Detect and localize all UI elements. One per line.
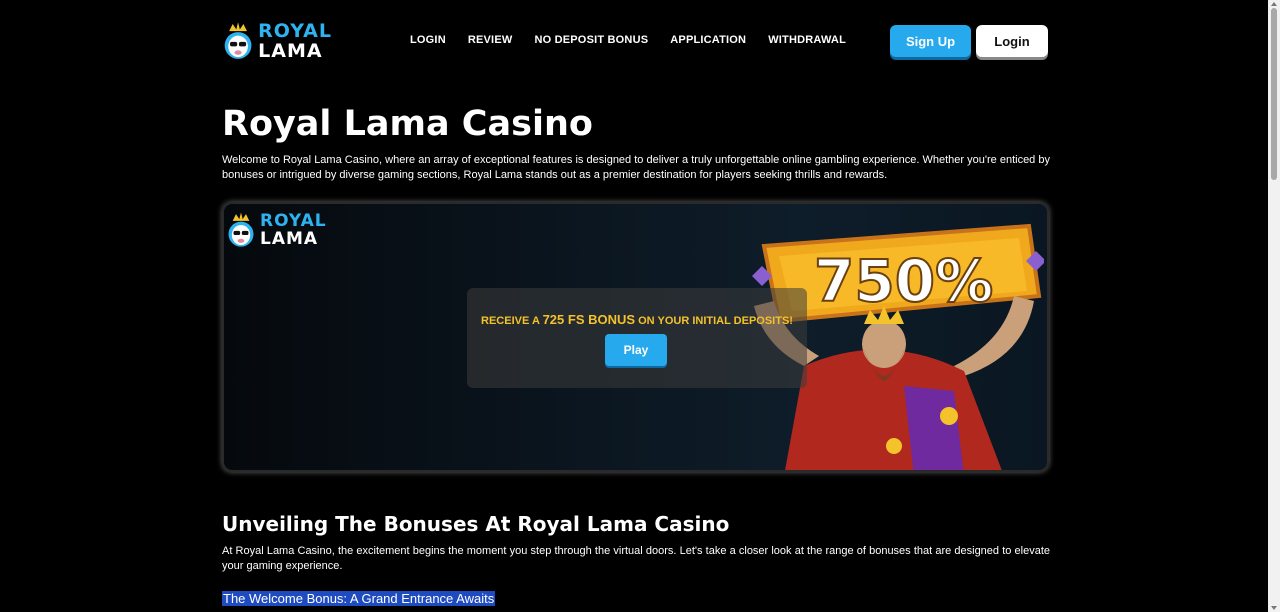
nav-review[interactable]: REVIEW	[468, 34, 513, 46]
signup-button[interactable]: Sign Up	[890, 25, 971, 57]
site-logo[interactable]: ROYAL LAMA	[222, 17, 332, 65]
promo-prefix: RECEIVE A	[481, 315, 540, 327]
promo-banner: ROYAL LAMA 750% RECEIVE A 725 FS BONUS O…	[222, 202, 1049, 472]
logo-line1: ROYAL	[258, 20, 332, 42]
welcome-bonus-subheading: The Welcome Bonus: A Grand Entrance Awai…	[222, 591, 496, 606]
plaque-text: 750%	[814, 247, 993, 315]
site-header: ROYAL LAMA LOGIN REVIEW NO DEPOSIT BONUS…	[0, 0, 1268, 82]
intro-paragraph: Welcome to Royal Lama Casino, where an a…	[222, 154, 1050, 181]
nav-no-deposit-bonus[interactable]: NO DEPOSIT BONUS	[534, 34, 648, 46]
scrollbar-thumb[interactable]	[1271, 8, 1277, 180]
nav-login[interactable]: LOGIN	[410, 34, 446, 46]
promo-text: RECEIVE A 725 FS BONUS ON YOUR INITIAL D…	[467, 312, 807, 327]
promo-box: RECEIVE A 725 FS BONUS ON YOUR INITIAL D…	[467, 288, 807, 388]
logo-line2: LAMA	[258, 40, 323, 62]
llama-crown-icon	[224, 22, 252, 59]
page-scrollbar[interactable]	[1268, 0, 1280, 612]
scroll-up-arrow-icon[interactable]	[1271, 2, 1277, 6]
banner-logo: ROYAL LAMA	[226, 210, 327, 250]
section-paragraph: At Royal Lama Casino, the excitement beg…	[222, 545, 1050, 572]
login-button[interactable]: Login	[976, 25, 1048, 57]
play-button[interactable]: Play	[605, 334, 667, 366]
section-title: Unveiling The Bonuses At Royal Lama Casi…	[222, 512, 730, 536]
promo-highlight: 725 FS BONUS	[542, 312, 636, 327]
scroll-down-arrow-icon[interactable]	[1271, 606, 1277, 610]
nav-withdrawal[interactable]: WITHDRAWAL	[768, 34, 846, 46]
llama-crown-icon	[228, 212, 254, 247]
banner-logo-line2: LAMA	[260, 229, 319, 249]
page-title: Royal Lama Casino	[222, 104, 593, 144]
nav-application[interactable]: APPLICATION	[670, 34, 746, 46]
banner-logo-line1: ROYAL	[260, 211, 327, 231]
main-nav: LOGIN REVIEW NO DEPOSIT BONUS APPLICATIO…	[410, 34, 868, 46]
promo-suffix: ON YOUR INITIAL DEPOSITS!	[638, 315, 793, 327]
